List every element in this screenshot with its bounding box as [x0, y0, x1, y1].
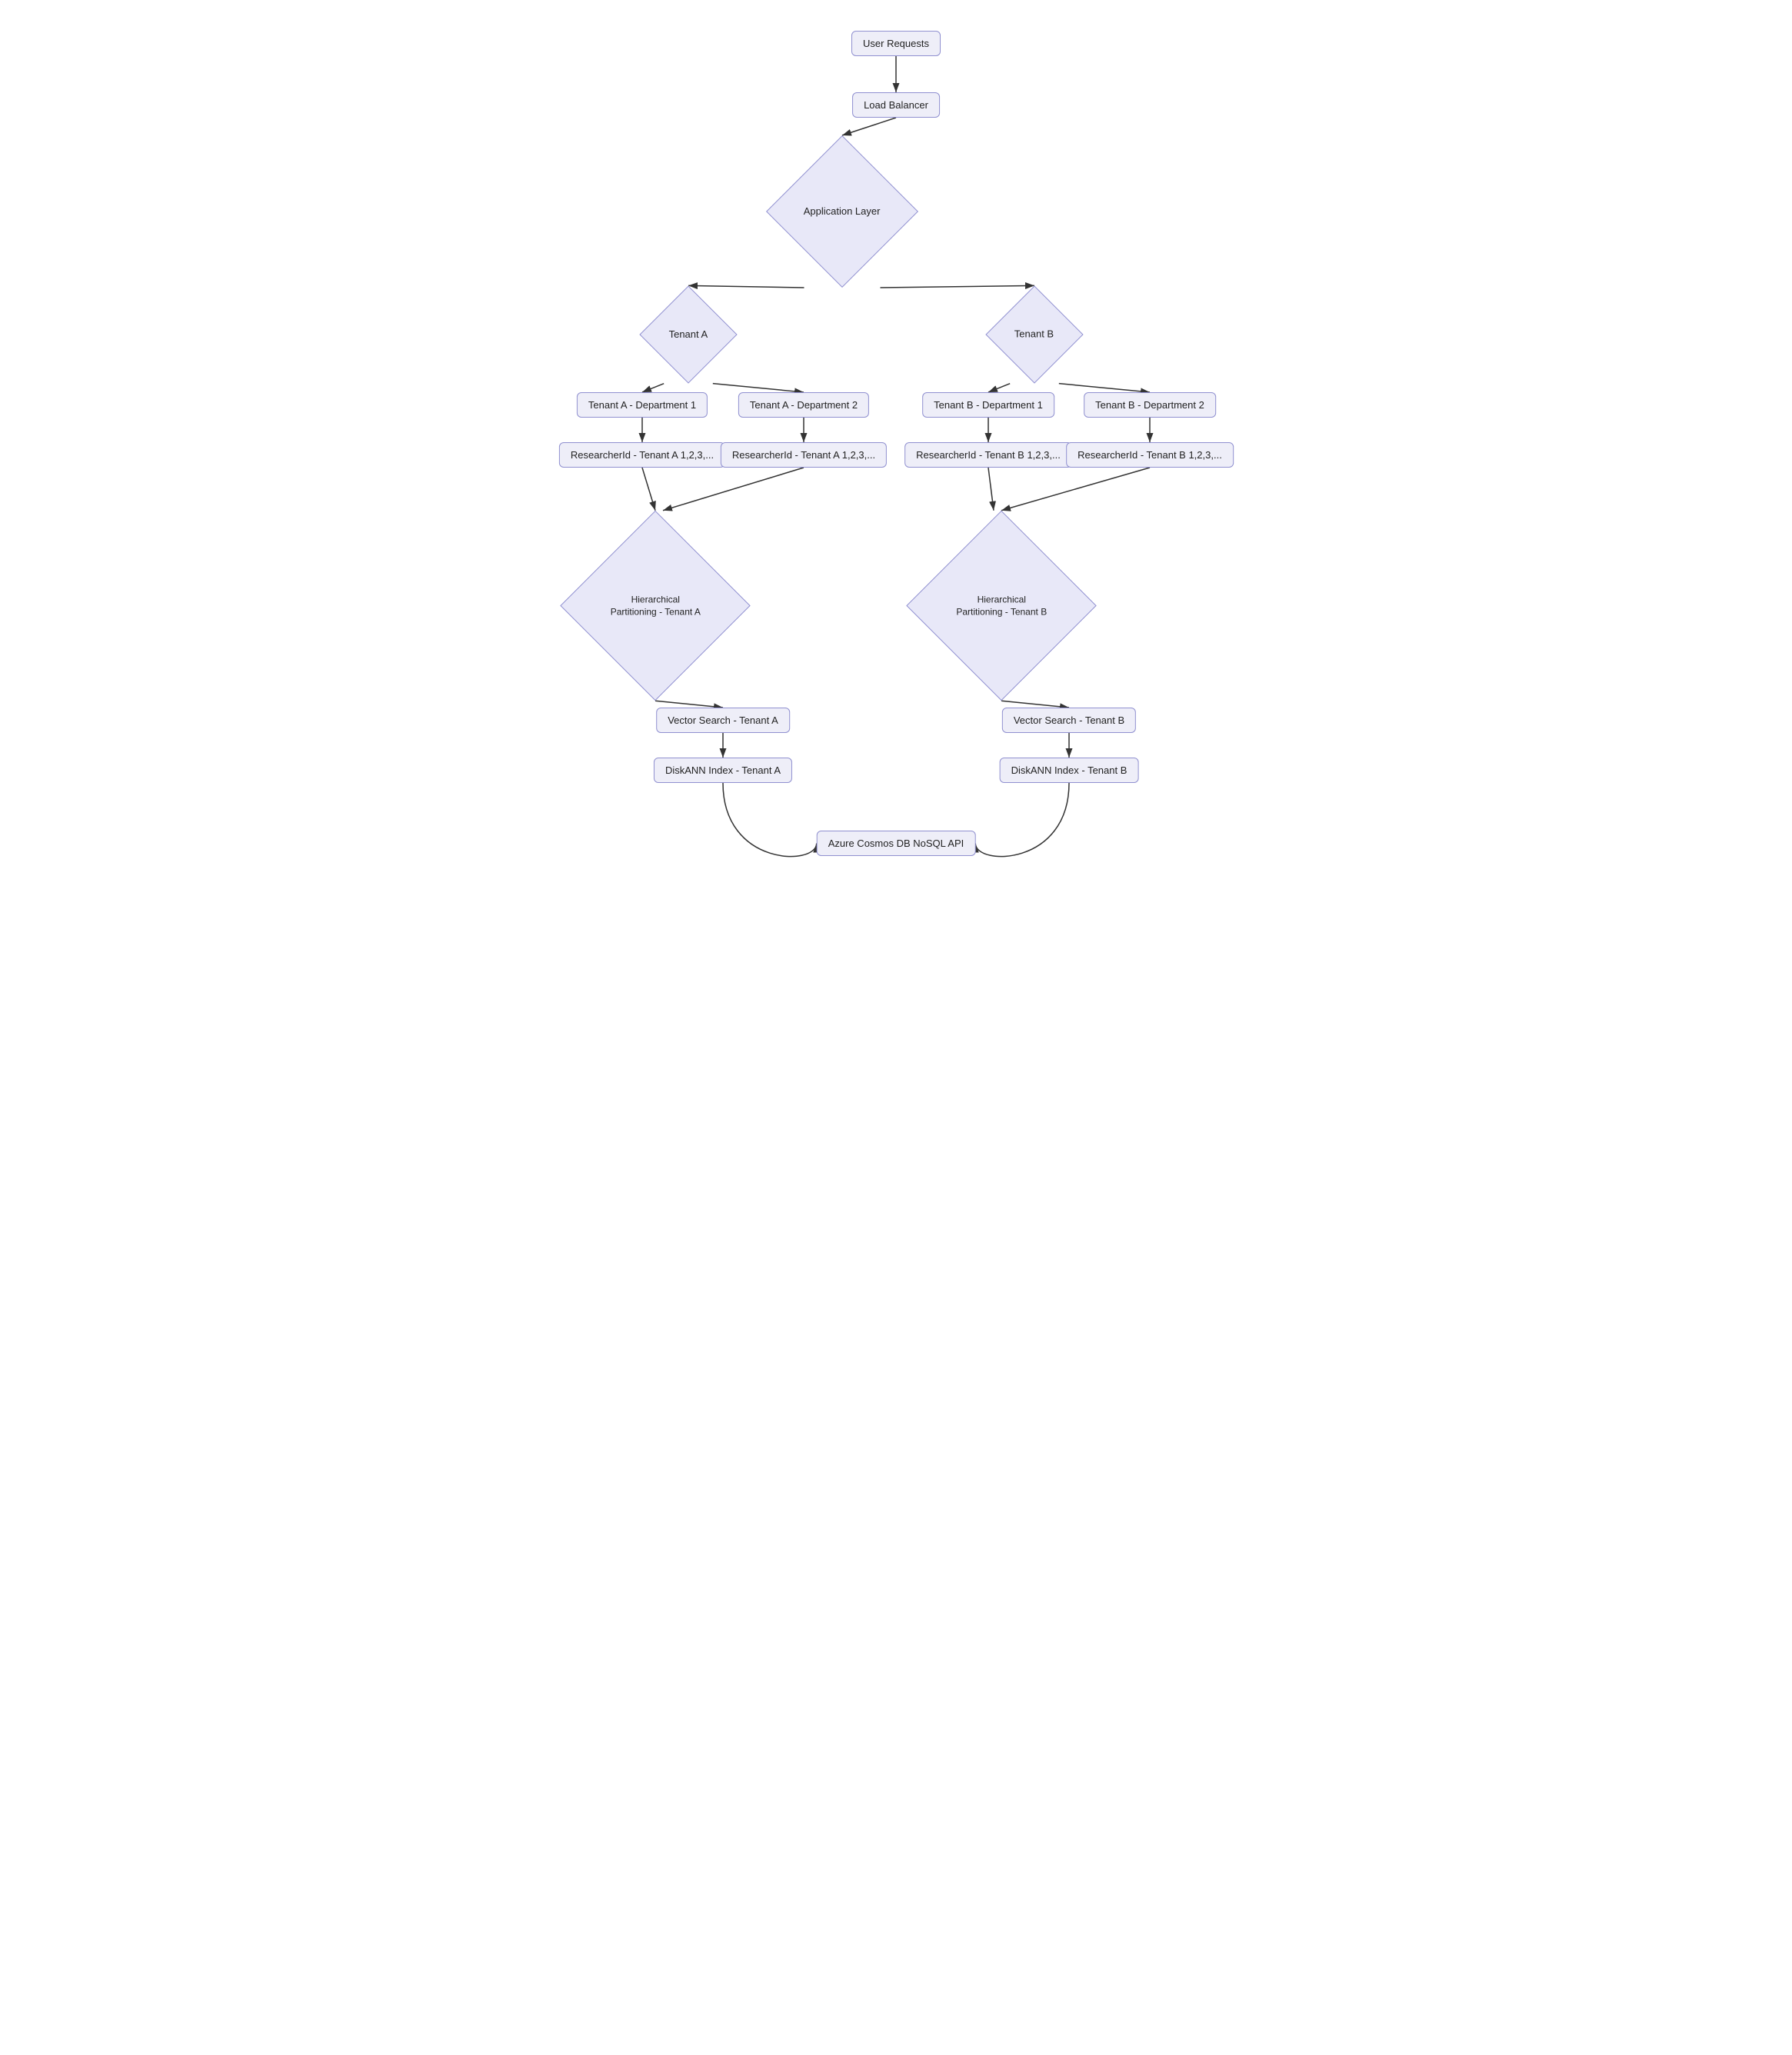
load-balancer-node: Load Balancer [852, 92, 940, 118]
researcher-a1-node: ResearcherId - Tenant A 1,2,3,... [559, 442, 725, 468]
researcher-b2-node: ResearcherId - Tenant B 1,2,3,... [1066, 442, 1234, 468]
diskann-b-node: DiskANN Index - Tenant B [1000, 758, 1139, 783]
tenant-a-node: Tenant A [639, 285, 737, 383]
hier-part-b-node: Hierarchical Partitioning - Tenant B [906, 511, 1096, 701]
tenant-b-dept1-node: Tenant B - Department 1 [922, 392, 1054, 418]
user-requests-node: User Requests [851, 31, 941, 56]
diskann-a-node: DiskANN Index - Tenant A [654, 758, 792, 783]
hier-part-a-node: Hierarchical Partitioning - Tenant A [560, 511, 750, 701]
researcher-a2-node: ResearcherId - Tenant A 1,2,3,... [721, 442, 887, 468]
researcher-b1-node: ResearcherId - Tenant B 1,2,3,... [904, 442, 1072, 468]
tenant-a-dept2-node: Tenant A - Department 2 [738, 392, 869, 418]
cosmos-db-node: Azure Cosmos DB NoSQL API [817, 831, 976, 856]
diagram: User Requests Load Balancer Application … [550, 15, 1242, 938]
vector-search-b-node: Vector Search - Tenant B [1002, 708, 1136, 733]
application-layer-node: Application Layer [766, 135, 918, 288]
arrows-layer [550, 15, 1242, 938]
tenant-b-dept2-node: Tenant B - Department 2 [1084, 392, 1216, 418]
tenant-b-node: Tenant B [985, 285, 1083, 383]
vector-search-a-node: Vector Search - Tenant A [656, 708, 790, 733]
tenant-a-dept1-node: Tenant A - Department 1 [577, 392, 708, 418]
